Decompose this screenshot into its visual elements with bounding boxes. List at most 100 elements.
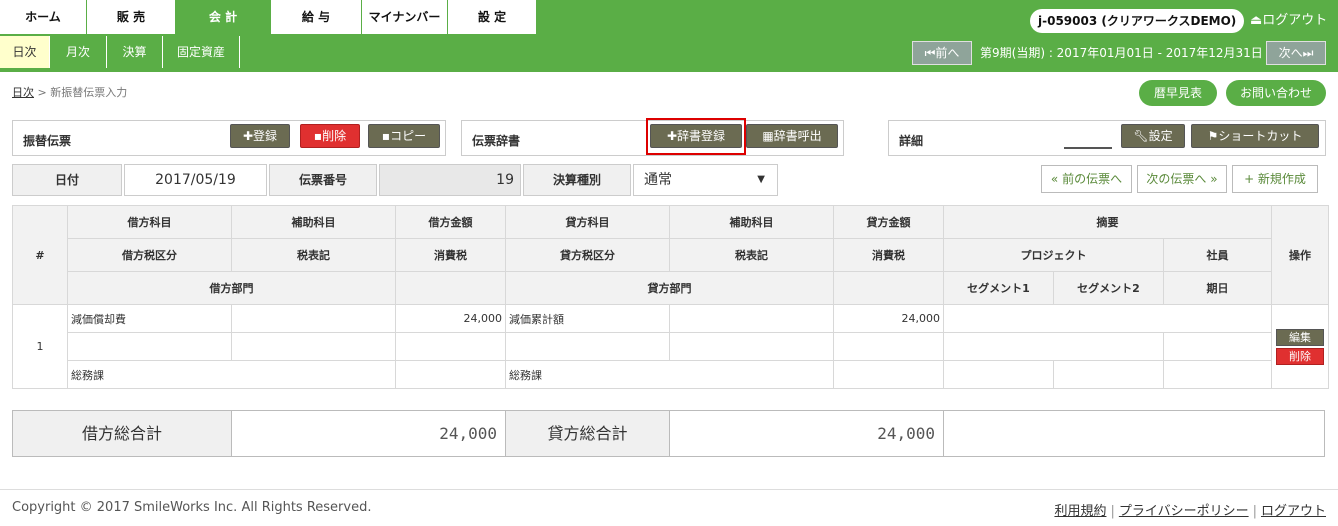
credit-total-value: 24,000 (670, 411, 944, 456)
header-blank-2 (833, 271, 944, 305)
row-segment2[interactable] (1053, 360, 1164, 389)
journal-table: # 借方科目 補助科目 借方金額 貸方科目 補助科目 貸方金額 摘要 操作 借方… (12, 205, 1330, 389)
header-credit-tax: 消費税 (833, 238, 944, 272)
row-credit-tax-class[interactable] (505, 332, 670, 361)
shortcut-button[interactable]: ⚑ショートカット (1191, 124, 1319, 148)
row-debit-tax-mark[interactable] (231, 332, 396, 361)
new-voucher-button[interactable]: + 新規作成 (1232, 165, 1318, 193)
user-badge[interactable]: j-059003 (クリアワークスDEMO) (1030, 9, 1245, 33)
next-period-button[interactable]: 次へ⏭ (1266, 41, 1326, 65)
period-text: 第9期(当期) : 2017年01月01日 - 2017年12月31日 (980, 46, 1263, 60)
voucher-number-field: 19 (379, 164, 521, 196)
header-credit-dept: 貸方部門 (505, 271, 834, 305)
row-debit-dept[interactable]: 総務課 (67, 360, 396, 389)
privacy-link[interactable]: プライバシーポリシー (1119, 504, 1249, 519)
delete-label: 削除 (322, 129, 347, 143)
header-summary: 摘要 (942, 205, 1273, 239)
table-row: 1 減価償却費 24,000 減価累計額 24,000 編集 削除 (12, 304, 1330, 389)
row-credit-tax[interactable] (833, 332, 944, 361)
prev-period-button[interactable]: ⏮前へ (912, 41, 972, 65)
header-debit-dept: 借方部門 (67, 271, 396, 305)
tab-payroll[interactable]: 給 与 (271, 0, 362, 34)
row-segment1[interactable] (943, 360, 1054, 389)
subtab-closing[interactable]: 決算 (107, 36, 163, 68)
wrench-icon: 🔧︎ (1133, 129, 1149, 143)
header-credit-tax-mark: 税表記 (669, 238, 834, 272)
edit-row-button[interactable]: 編集 (1276, 328, 1325, 346)
debit-total-value: 24,000 (232, 411, 506, 456)
date-input[interactable]: 2017/05/19 (124, 164, 267, 196)
delete-button[interactable]: ▪削除 (300, 124, 360, 148)
header-credit-sub: 補助科目 (669, 205, 834, 239)
tab-accounting[interactable]: 会 計 (176, 0, 271, 34)
copyright: Copyright © 2017 SmileWorks Inc. All Rig… (12, 500, 372, 515)
row-credit-account[interactable]: 減価累計額 (505, 304, 670, 333)
terms-link[interactable]: 利用規約 (1054, 504, 1106, 519)
logout-link[interactable]: ⏏ログアウト (1250, 9, 1327, 33)
next-voucher-button[interactable]: 次の伝票へ » (1137, 165, 1227, 193)
totals-empty (944, 411, 1324, 456)
debit-total-label: 借方総合計 (13, 411, 232, 456)
row-credit-sub[interactable] (669, 304, 834, 333)
contact-button[interactable]: お問い合わせ (1226, 80, 1326, 106)
header-debit-sub: 補助科目 (231, 205, 396, 239)
caret-down-icon: ▼ (757, 174, 765, 185)
header-credit-amount: 貸方金額 (833, 205, 944, 239)
header-credit-tax-class: 貸方税区分 (505, 238, 670, 272)
footer-logout-link[interactable]: ログアウト (1261, 504, 1326, 519)
voucher-number-label: 伝票番号 (269, 164, 377, 196)
eject-icon: ⏏ (1250, 13, 1263, 28)
copy-button[interactable]: ▪コピー (368, 124, 440, 148)
header-project: プロジェクト (943, 238, 1164, 272)
dictionary-call-button[interactable]: ▦辞書呼出 (746, 124, 838, 148)
footer-divider (0, 489, 1338, 490)
delete-row-button[interactable]: 削除 (1276, 347, 1325, 365)
row-credit-tax-mark[interactable] (669, 332, 834, 361)
row-project[interactable] (943, 332, 1164, 361)
totals-bar: 借方総合計 24,000 貸方総合計 24,000 (12, 410, 1325, 457)
footer-sep: | (1252, 504, 1257, 519)
row-credit-dept[interactable]: 総務課 (505, 360, 834, 389)
row-summary[interactable] (942, 304, 1273, 333)
main-tabs: ホーム 販 売 会 計 給 与 マイナンバー 設 定 (0, 0, 537, 34)
shortcut-label: ショートカット (1218, 129, 1303, 143)
row-debit-tax-class[interactable] (67, 332, 232, 361)
subtab-fixed-assets[interactable]: 固定資産 (163, 36, 240, 68)
logout-label: ログアウト (1262, 13, 1328, 28)
tab-settings[interactable]: 設 定 (448, 0, 537, 34)
row-blank-2 (833, 360, 944, 389)
detail-panel-title: 詳細 (899, 134, 924, 148)
copy-icon: ▪ (381, 129, 391, 143)
calendar-chart-button[interactable]: 暦早見表 (1139, 80, 1217, 106)
prev-label: 前へ (935, 46, 960, 60)
prev-voucher-button[interactable]: « 前の伝票へ (1041, 165, 1132, 193)
settlement-type-select[interactable]: 通常 ▼ (633, 164, 778, 196)
breadcrumb-current: 新振替伝票入力 (50, 86, 128, 99)
voucher-panel-title: 振替伝票 (23, 134, 72, 148)
credit-total-label: 貸方総合計 (506, 411, 670, 456)
settings-label: 設定 (1148, 129, 1173, 143)
detail-toggle[interactable] (1064, 127, 1112, 149)
voucher-panel: 振替伝票 ✚登録 ▪削除 ▪コピー (12, 120, 446, 156)
row-credit-amount[interactable]: 24,000 (833, 304, 944, 333)
row-employee[interactable] (1162, 332, 1273, 361)
settlement-type-label: 決算種別 (523, 164, 631, 196)
register-button[interactable]: ✚登録 (230, 124, 290, 148)
tab-mynumber[interactable]: マイナンバー (362, 0, 448, 34)
tab-sales[interactable]: 販 売 (87, 0, 176, 34)
row-debit-tax[interactable] (395, 332, 506, 361)
row-debit-amount[interactable]: 24,000 (395, 304, 506, 333)
row-due-date[interactable] (1162, 360, 1273, 389)
subtab-monthly[interactable]: 月次 (50, 36, 107, 68)
row-debit-account[interactable]: 減価償却費 (67, 304, 232, 333)
header-due-date: 期日 (1162, 271, 1273, 305)
tab-home[interactable]: ホーム (0, 0, 87, 34)
detail-panel: 詳細 🔧︎設定 ⚑ショートカット (888, 120, 1326, 156)
settings-button[interactable]: 🔧︎設定 (1121, 124, 1185, 148)
header-segment2: セグメント2 (1053, 271, 1164, 305)
breadcrumb-root[interactable]: 日次 (12, 86, 34, 99)
plus-icon: ✚ (242, 129, 254, 143)
subtab-daily[interactable]: 日次 (0, 36, 50, 68)
row-debit-sub[interactable] (231, 304, 396, 333)
header-no: # (12, 205, 68, 305)
